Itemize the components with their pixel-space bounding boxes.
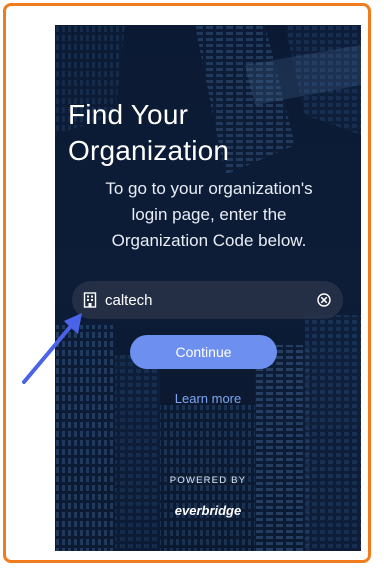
organization-code-field[interactable] — [72, 281, 343, 319]
building-icon — [83, 292, 97, 308]
find-organization-screen: Find Your Organization To go to your org… — [55, 25, 361, 551]
clear-icon[interactable] — [317, 293, 331, 307]
instructions-line-1: To go to your organization's — [105, 179, 313, 198]
annotation-arrow-icon — [22, 313, 82, 384]
page-title: Find Your Organization — [68, 97, 229, 169]
title-line-2: Organization — [68, 135, 230, 166]
phone-screen: Find Your Organization To go to your org… — [55, 25, 361, 551]
instructions-text: To go to your organization's login page,… — [65, 176, 353, 254]
instructions-line-3: Organization Code below. — [111, 231, 307, 250]
everbridge-logo: everbridge — [174, 503, 242, 518]
powered-by-label: POWERED BY — [169, 475, 247, 486]
organization-code-input[interactable] — [105, 291, 317, 309]
continue-button[interactable]: Continue — [130, 335, 277, 369]
title-line-1: Find Your — [68, 99, 189, 130]
learn-more-link[interactable]: Learn more — [55, 391, 361, 406]
instructions-line-2: login page, enter the — [131, 205, 287, 224]
